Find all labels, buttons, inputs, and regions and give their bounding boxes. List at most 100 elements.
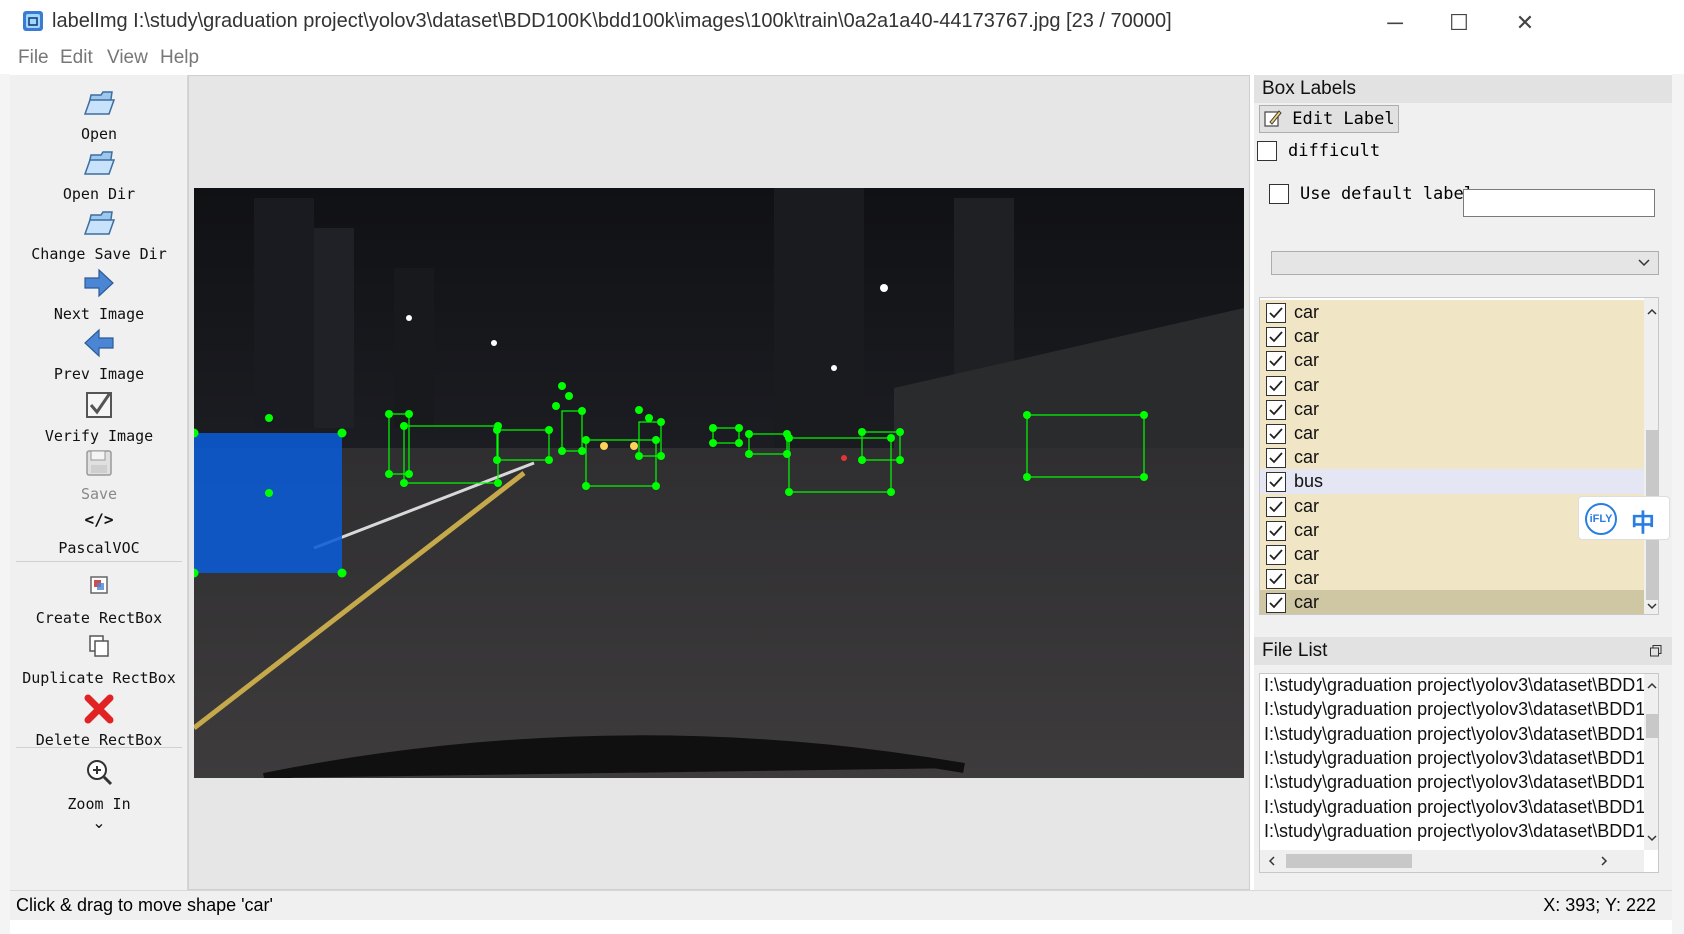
file-list-vscroll-thumb[interactable] xyxy=(1646,714,1658,738)
label-visibility-checkbox[interactable] xyxy=(1266,399,1286,420)
label-list-item-text: car xyxy=(1294,447,1320,468)
window-edge-right xyxy=(1672,74,1684,934)
save-button[interactable]: Save xyxy=(10,443,188,503)
label-visibility-checkbox[interactable] xyxy=(1266,520,1286,541)
label-list-scrollbar[interactable] xyxy=(1644,298,1658,614)
status-bar: Click & drag to move shape 'car' X: 393;… xyxy=(10,890,1672,920)
duplicate-rectbox-button[interactable]: Duplicate RectBox xyxy=(10,627,188,687)
file-list-item[interactable]: I:\study\graduation project\yolov3\datas… xyxy=(1264,724,1644,750)
file-list-hscroll-thumb[interactable] xyxy=(1286,854,1412,868)
label-visibility-checkbox[interactable] xyxy=(1266,448,1286,469)
label-list-item[interactable]: car xyxy=(1260,348,1644,375)
label-list-item[interactable]: car xyxy=(1260,372,1644,399)
difficult-checkbox[interactable] xyxy=(1257,141,1277,161)
label-list-item[interactable]: bus xyxy=(1260,469,1644,496)
file-list-hscrollbar[interactable] xyxy=(1260,850,1644,872)
maximize-button[interactable]: ☐ xyxy=(1436,8,1482,38)
edit-label-text: Edit Label xyxy=(1292,109,1395,129)
label-combo-box[interactable] xyxy=(1271,251,1659,275)
close-button[interactable]: ✕ xyxy=(1502,8,1548,38)
next-image-label: Next Image xyxy=(53,305,145,323)
file-list-vscrollbar[interactable] xyxy=(1644,674,1658,850)
label-list-item[interactable]: car xyxy=(1260,324,1644,351)
menu-file[interactable]: File xyxy=(18,47,49,69)
label-list-item-text: car xyxy=(1294,544,1320,564)
right-dock-panel: Box Labels Edit Label difficult Use defa… xyxy=(1254,75,1672,890)
checkmark-icon xyxy=(1269,452,1283,464)
label-list-item[interactable]: car xyxy=(1260,396,1644,423)
checkmark-icon xyxy=(1269,428,1283,440)
window-title: labelImg I:\study\graduation project\yol… xyxy=(52,10,1172,32)
chevron-up-icon[interactable] xyxy=(1646,680,1658,692)
edit-pencil-icon xyxy=(1264,110,1282,127)
label-visibility-checkbox[interactable] xyxy=(1266,496,1286,517)
prev-image-button[interactable]: Prev Image xyxy=(10,323,188,383)
file-list-item[interactable]: I:\study\graduation project\yolov3\datas… xyxy=(1264,772,1644,798)
delete-rectbox-button[interactable]: Delete RectBox xyxy=(10,689,188,749)
menu-bar: File Edit View Help xyxy=(10,46,1674,74)
label-list-item[interactable]: car xyxy=(1260,542,1644,568)
difficult-label: difficult xyxy=(1288,141,1381,161)
label-list-item[interactable]: car xyxy=(1260,421,1644,447)
edit-label-button[interactable]: Edit Label xyxy=(1259,105,1399,133)
label-visibility-checkbox[interactable] xyxy=(1266,569,1286,590)
folder-open-icon xyxy=(83,211,116,235)
ime-toolbar[interactable]: iFLY 中 xyxy=(1578,496,1670,540)
label-list-item-text: car xyxy=(1294,374,1320,395)
label-visibility-checkbox[interactable] xyxy=(1266,545,1286,565)
selected-bounding-box[interactable] xyxy=(194,433,342,573)
default-label-input[interactable] xyxy=(1463,189,1655,217)
checkmark-icon xyxy=(1269,307,1283,319)
chevron-right-icon[interactable] xyxy=(1598,855,1610,867)
title-bar: labelImg I:\study\graduation project\yol… xyxy=(0,0,1684,46)
label-list-item[interactable]: car xyxy=(1260,566,1644,593)
label-visibility-checkbox[interactable] xyxy=(1266,593,1286,614)
zoom-in-button[interactable]: Zoom In xyxy=(10,753,188,813)
next-image-button[interactable]: Next Image xyxy=(10,263,188,323)
verify-image-button[interactable]: Verify Image xyxy=(10,385,188,445)
folder-open-icon xyxy=(83,151,116,175)
create-rectbox-label: Create RectBox xyxy=(35,609,163,627)
label-visibility-checkbox[interactable] xyxy=(1266,351,1286,372)
label-list-item-text: car xyxy=(1294,495,1320,516)
checkmark-icon xyxy=(1269,355,1283,367)
checkmark-icon xyxy=(1269,331,1283,343)
label-visibility-checkbox[interactable] xyxy=(1266,375,1286,396)
duplicate-icon xyxy=(89,635,109,657)
label-list-item[interactable]: car xyxy=(1260,300,1644,326)
arrow-right-icon xyxy=(84,268,114,298)
change-save-dir-button[interactable]: Change Save Dir xyxy=(10,203,188,263)
menu-help[interactable]: Help xyxy=(160,47,199,69)
toolbar-overflow-button[interactable]: ⌄ xyxy=(10,811,188,833)
chevron-down-icon[interactable] xyxy=(1646,832,1658,844)
float-dock-icon[interactable] xyxy=(1650,645,1662,657)
menu-view[interactable]: View xyxy=(107,47,148,69)
create-rectbox-button[interactable]: Create RectBox xyxy=(10,567,188,627)
open-dir-button[interactable]: Open Dir xyxy=(10,143,188,203)
menu-edit[interactable]: Edit xyxy=(60,47,93,69)
label-visibility-checkbox[interactable] xyxy=(1266,472,1286,493)
label-visibility-checkbox[interactable] xyxy=(1266,424,1286,444)
create-rect-icon xyxy=(90,576,108,594)
label-list-item[interactable]: car xyxy=(1260,445,1644,472)
chevron-down-icon[interactable] xyxy=(1646,600,1658,612)
file-list-item[interactable]: I:\study\graduation project\yolov3\datas… xyxy=(1264,675,1644,701)
ifly-logo-icon[interactable]: iFLY xyxy=(1585,503,1617,535)
file-list-item[interactable]: I:\study\graduation project\yolov3\datas… xyxy=(1264,699,1644,725)
open-button[interactable]: Open xyxy=(10,83,188,143)
format-toggle-button[interactable]: </> PascalVOC xyxy=(10,503,188,557)
label-visibility-checkbox[interactable] xyxy=(1266,327,1286,348)
chevron-left-icon[interactable] xyxy=(1266,855,1278,867)
file-list-item[interactable]: I:\study\graduation project\yolov3\datas… xyxy=(1264,821,1644,847)
minimize-button[interactable]: ─ xyxy=(1372,8,1418,38)
label-list: car car car car car car car bus car car car car car xyxy=(1259,297,1659,615)
label-list-item[interactable]: car xyxy=(1260,590,1644,614)
ime-mode-indicator[interactable]: 中 xyxy=(1631,503,1655,538)
file-list-item[interactable]: I:\study\graduation project\yolov3\datas… xyxy=(1264,748,1644,774)
verify-check-icon xyxy=(86,392,112,418)
file-list-item[interactable]: I:\study\graduation project\yolov3\datas… xyxy=(1264,797,1644,823)
label-visibility-checkbox[interactable] xyxy=(1266,303,1286,323)
use-default-label-checkbox[interactable] xyxy=(1269,184,1289,204)
annotated-image[interactable] xyxy=(194,188,1244,778)
chevron-up-icon[interactable] xyxy=(1646,306,1658,318)
